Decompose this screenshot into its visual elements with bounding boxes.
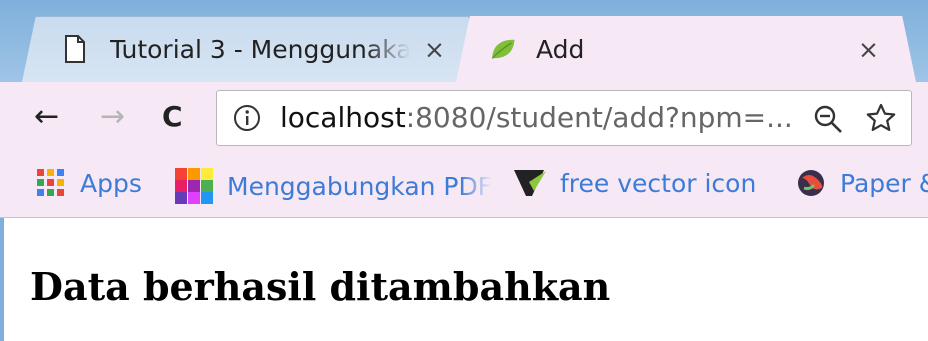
bookmark-label: Apps	[80, 168, 142, 198]
document-icon	[64, 34, 90, 65]
tab-title: Tutorial 3 - Menggunaka	[110, 35, 410, 64]
bookmark-menggabungkan[interactable]: Menggabungkan PDF	[175, 168, 515, 204]
close-icon[interactable]: ×	[424, 35, 445, 64]
bookmark-label: Menggabungkan PDF	[227, 171, 493, 201]
bookmarks-bar: Apps Menggabungkan PDF free vector icon …	[0, 154, 928, 218]
page-title: Data berhasil ditambahkan	[30, 264, 611, 309]
paper-globe-icon	[796, 168, 826, 198]
tab-add[interactable]: Add ×	[456, 16, 916, 82]
flaticon-icon	[512, 168, 546, 198]
spring-leaf-icon	[490, 34, 516, 64]
bookmark-label: free vector icon	[560, 168, 757, 198]
bookmark-label: Paper &	[840, 168, 928, 198]
page-content: Data berhasil ditambahkan	[0, 218, 928, 341]
apps-grid-icon	[36, 168, 66, 198]
back-button[interactable]: ←	[34, 102, 59, 132]
reload-button[interactable]: C	[162, 102, 183, 132]
forward-button[interactable]: →	[100, 102, 125, 132]
tab-title: Add	[536, 34, 585, 64]
url-text: localhost:8080/student/add?npm=...	[280, 101, 793, 134]
bookmark-paper[interactable]: Paper &	[796, 168, 928, 198]
zoom-icon[interactable]	[813, 104, 843, 138]
bookmark-star-icon[interactable]	[865, 102, 897, 138]
browser-toolbar: ← → C localhost:8080/student/add?npm=...	[0, 82, 928, 154]
tab-tutorial[interactable]: Tutorial 3 - Menggunaka ×	[22, 16, 482, 82]
close-icon[interactable]: ×	[858, 35, 879, 64]
info-icon[interactable]	[233, 104, 261, 136]
address-bar[interactable]: localhost:8080/student/add?npm=...	[216, 90, 912, 146]
bookmark-apps[interactable]: Apps	[36, 168, 142, 198]
bookmark-free-vector-icon[interactable]: free vector icon	[512, 168, 756, 198]
color-blocks-icon	[175, 168, 213, 204]
tab-strip: Tutorial 3 - Menggunaka × Add ×	[0, 0, 928, 82]
